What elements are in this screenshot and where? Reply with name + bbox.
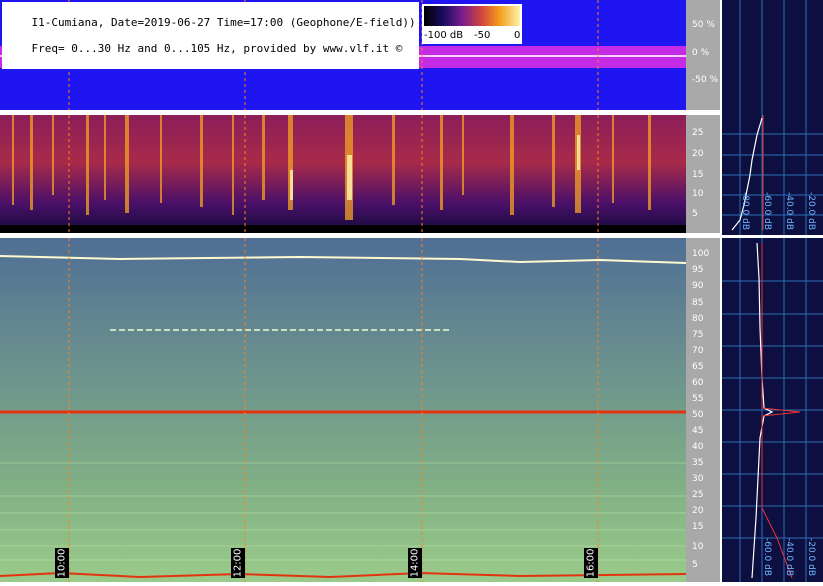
high-freq-tick: 5	[692, 560, 698, 570]
high-freq-tick: 15	[692, 522, 704, 532]
low-freq-axis: 25 20 15 10 5	[686, 115, 720, 233]
time-marker-1400: 14:00	[408, 548, 422, 578]
colorbar-label-max: 0	[514, 30, 521, 41]
high-freq-tick: 100	[692, 249, 710, 259]
time-label: 10:00	[56, 548, 68, 578]
colorbar-label-min: -100 dB	[424, 30, 464, 41]
high-freq-tick: 50	[692, 410, 704, 420]
high-freq-tick: 25	[692, 490, 704, 500]
low-freq-tick: 20	[692, 149, 704, 159]
colorbar-label-mid: -50	[474, 30, 491, 41]
low-freq-plot	[0, 115, 686, 233]
time-label: 16:00	[585, 548, 597, 578]
high-freq-tick: 85	[692, 298, 704, 308]
colorbar: -100 dB -50 0	[422, 4, 522, 44]
high-profile-label: -40.0 dB	[784, 538, 794, 577]
high-freq-tick: 55	[692, 394, 704, 404]
high-freq-tick: 65	[692, 362, 704, 372]
high-freq-tick: 80	[692, 314, 704, 324]
high-freq-tick: 70	[692, 346, 704, 356]
colorbar-gradient	[424, 6, 520, 26]
waveform-panel: I1-Cumiana, Date=2019-06-27 Time=17:00 (…	[0, 0, 686, 110]
waveform-axis: 50 % 0 % -50 %	[686, 0, 720, 110]
spectrogram-low-freq	[0, 115, 686, 233]
time-marker-1000: 10:00	[55, 548, 69, 578]
low-freq-tick: 5	[692, 209, 698, 219]
high-freq-tick: 20	[692, 506, 704, 516]
high-freq-tick: 10	[692, 542, 704, 552]
mid-profile-label: -40.0 dB	[784, 192, 794, 231]
high-profile-label: -20.0 dB	[806, 538, 816, 577]
mid-spectrum-profile: -60.0 dB -40.0 dB -20.0 dB -80.0 dB	[722, 0, 823, 235]
low-freq-tick: 10	[692, 189, 704, 199]
high-freq-plot	[0, 238, 687, 582]
waveform-axis-label: -50 %	[692, 75, 719, 85]
time-label: 12:00	[232, 548, 244, 578]
high-spectrum-profile: -40.0 dB -20.0 dB -60.0 dB	[722, 238, 823, 582]
high-freq-tick: 95	[692, 265, 704, 275]
time-label: 14:00	[409, 548, 421, 578]
time-marker-1600: 16:00	[584, 548, 598, 578]
header-line-2: Freq= 0...30 Hz and 0...105 Hz, provided…	[31, 42, 403, 55]
mid-profile-label: -20.0 dB	[806, 192, 816, 231]
mid-profile-label: -80.0 dB	[740, 192, 750, 231]
high-profile-label: -60.0 dB	[762, 538, 772, 577]
waveform-axis-label: 50 %	[692, 20, 715, 30]
low-freq-tick: 25	[692, 128, 704, 138]
header-title: I1-Cumiana, Date=2019-06-27 Time=17:00 (…	[2, 2, 419, 69]
time-marker-1200: 12:00	[231, 548, 245, 578]
high-freq-tick: 40	[692, 442, 704, 452]
mid-profile-label: -60.0 dB	[762, 192, 772, 231]
high-freq-axis: 100 95 90 85 80 75 70 65 60 55 50 45 40 …	[686, 238, 720, 582]
low-freq-tick: 15	[692, 170, 704, 180]
spectrogram-high-freq	[0, 238, 687, 582]
waveform-axis-label: 0 %	[692, 48, 710, 58]
high-profile-plot	[722, 238, 823, 582]
high-freq-tick: 75	[692, 330, 704, 340]
high-freq-tick: 35	[692, 458, 704, 468]
high-freq-tick: 60	[692, 378, 704, 388]
high-freq-tick: 30	[692, 474, 704, 484]
high-freq-tick: 90	[692, 281, 704, 291]
high-freq-tick: 45	[692, 426, 704, 436]
header-line-1: I1-Cumiana, Date=2019-06-27 Time=17:00 (…	[31, 16, 416, 29]
